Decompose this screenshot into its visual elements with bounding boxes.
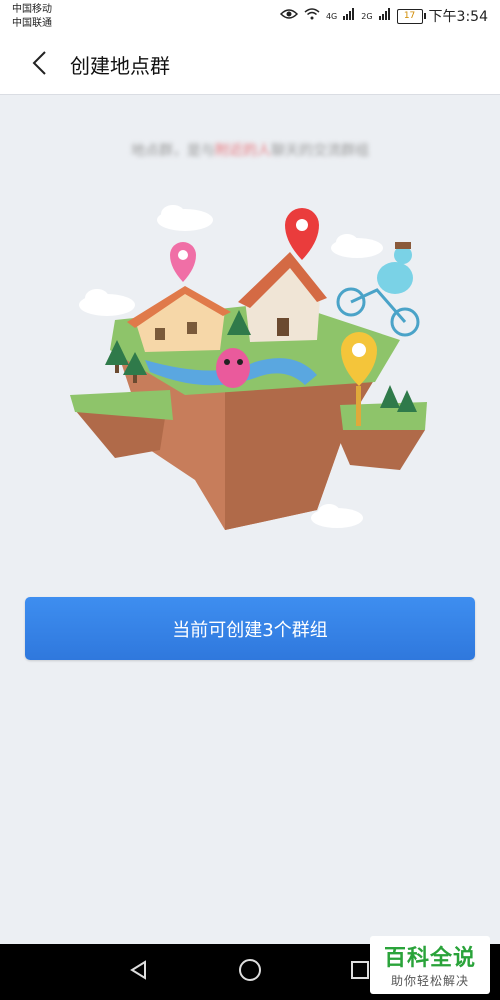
carrier-2: 中国联通 [12, 18, 52, 29]
watermark-title: 百科全说 [383, 946, 476, 971]
hint-suffix: 聊天的交流群组 [271, 143, 369, 159]
network-type-2: 2G [361, 11, 373, 21]
floating-island-illustration [55, 190, 445, 540]
hint-prefix: 地点群，是与 [131, 143, 215, 159]
watermark-logo: 百科全说 助你轻松解决 [370, 936, 490, 994]
create-group-button[interactable]: 当前可创建3个群组 [25, 597, 475, 660]
eye-icon [279, 8, 299, 24]
signal-icon [378, 8, 391, 24]
hint-emphasis: 附近的人 [215, 143, 271, 159]
back-button[interactable] [22, 48, 56, 82]
watermark-subtitle: 助你轻松解决 [390, 974, 469, 988]
nav-back-button[interactable] [125, 958, 153, 986]
clock: 下午3:54 [428, 9, 488, 25]
battery-icon: 17 [396, 8, 426, 24]
wifi-icon [304, 8, 320, 24]
carrier-1: 中国移动 [12, 4, 52, 15]
header: 创建地点群 [0, 34, 500, 95]
square-recent-icon [349, 959, 371, 985]
status-icons: 4G 2G 17 下午3:54 [279, 6, 488, 26]
network-type-1: 4G [325, 11, 338, 21]
triangle-back-icon [128, 959, 150, 985]
status-bar: 中国移动 中国联通 4G 2G 17 下午3:54 [0, 0, 500, 34]
nav-home-button[interactable] [236, 958, 264, 986]
chevron-left-icon [31, 50, 47, 80]
signal-icon [343, 8, 355, 24]
hint-text: 地点群，是与附近的人聊天的交流群组 [60, 140, 440, 162]
page-title: 创建地点群 [70, 54, 170, 78]
carrier-info: 中国移动 中国联通 [12, 3, 52, 31]
circle-home-icon [238, 958, 262, 986]
